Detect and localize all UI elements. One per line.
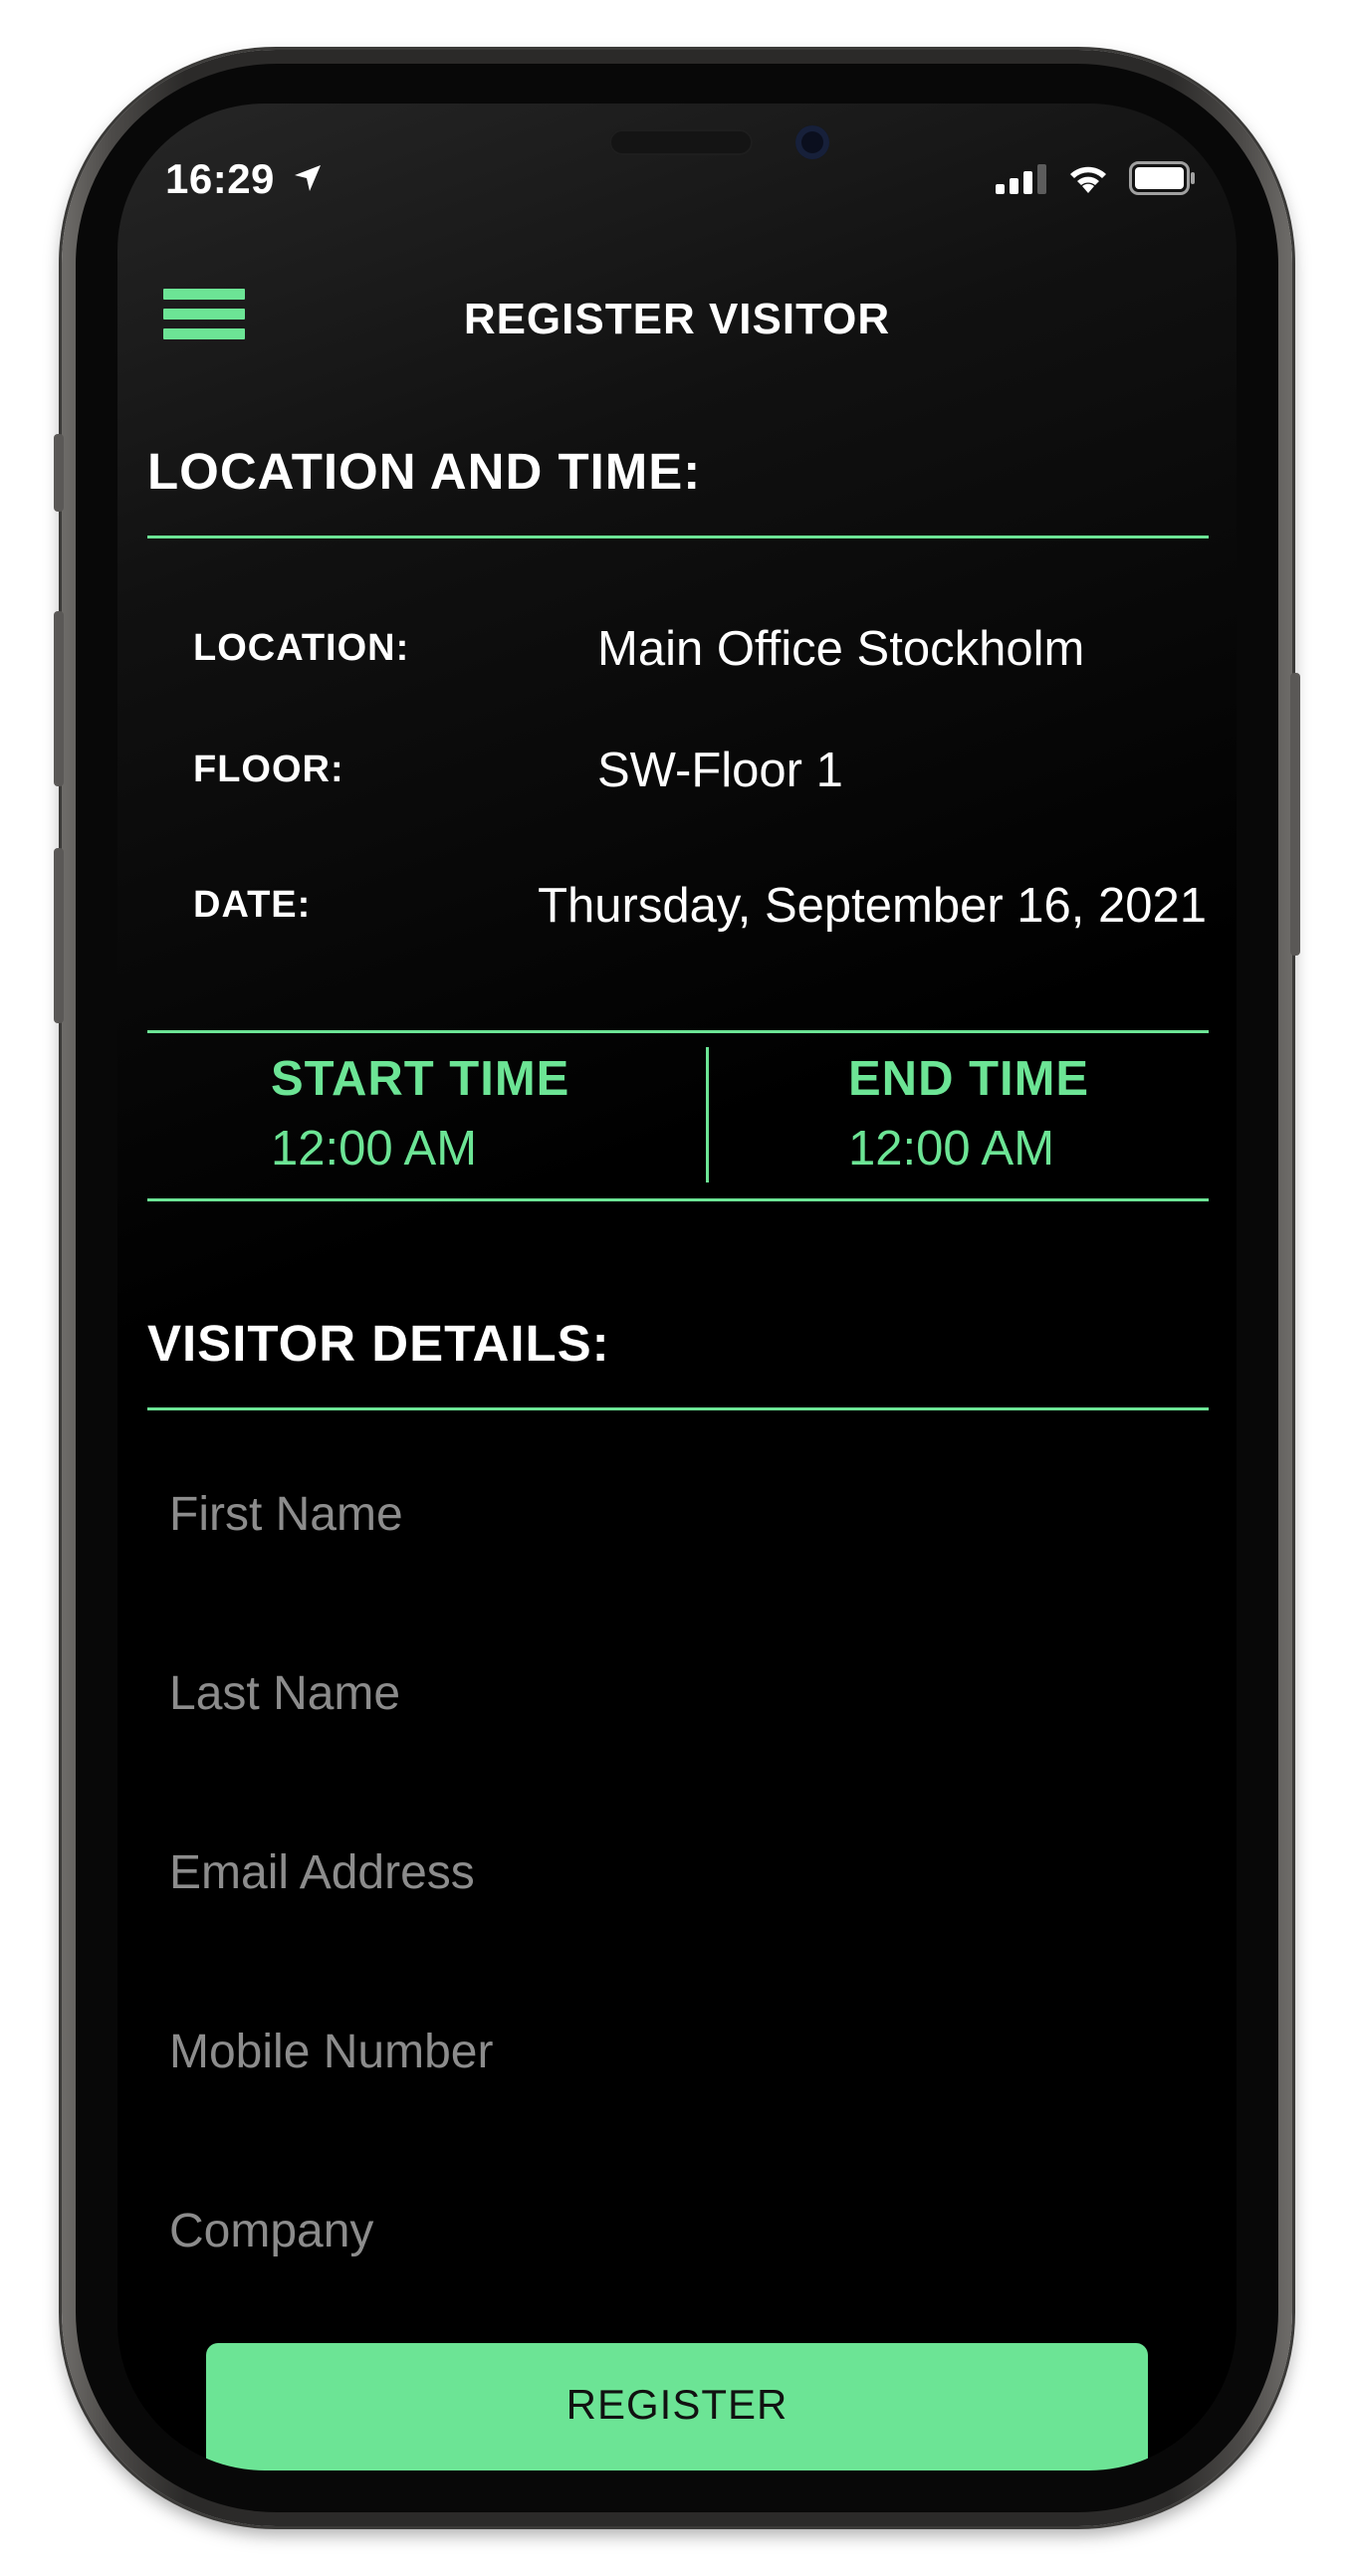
start-time-value: 12:00 AM (271, 1122, 478, 1176)
register-button[interactable]: REGISTER (206, 2343, 1148, 2470)
status-time: 16:29 (165, 155, 275, 202)
front-camera (795, 125, 829, 159)
location-arrow-icon (295, 165, 321, 191)
end-time-value: 12:00 AM (848, 1122, 1055, 1176)
page-title: REGISTER VISITOR (463, 295, 891, 343)
cellular-signal-icon (996, 164, 1046, 194)
floor-label: FLOOR: (193, 749, 344, 790)
mobile-number-input[interactable] (169, 2007, 1165, 2096)
date-label: DATE: (193, 884, 312, 926)
end-time-picker[interactable]: END TIME 12:00 AM (848, 1051, 1089, 1177)
first-name-input[interactable] (169, 1469, 1165, 1559)
visitor-details-heading: VISITOR DETAILS: (147, 1315, 610, 1372)
location-value[interactable]: Main Office Stockholm (597, 621, 1084, 677)
end-time-label: END TIME (848, 1052, 1090, 1106)
volume-down-button (54, 848, 64, 1023)
location-time-heading: LOCATION AND TIME: (147, 443, 702, 500)
section-divider (147, 1407, 1209, 1410)
section-divider (147, 536, 1209, 538)
status-icons (996, 161, 1197, 195)
start-time-picker[interactable]: START TIME 12:00 AM (271, 1051, 569, 1177)
wifi-icon (1070, 166, 1106, 193)
time-column-divider (706, 1047, 709, 1182)
power-button (1290, 673, 1300, 956)
last-name-input[interactable] (169, 1648, 1165, 1738)
battery-icon (1129, 161, 1195, 195)
floor-value[interactable]: SW-Floor 1 (597, 743, 843, 798)
earpiece-speaker (609, 129, 753, 155)
start-time-label: START TIME (271, 1052, 570, 1106)
app-screen: 16:29 REGISTER VISITOR LOCATION AND TIME… (117, 104, 1237, 2470)
time-bottom-divider (147, 1198, 1209, 1201)
time-top-divider (147, 1030, 1209, 1033)
silent-switch (54, 434, 64, 512)
company-input[interactable] (169, 2186, 1165, 2275)
location-label: LOCATION: (193, 627, 410, 669)
email-input[interactable] (169, 1827, 1165, 1917)
volume-up-button (54, 611, 64, 786)
date-value[interactable]: Thursday, September 16, 2021 (538, 878, 1207, 934)
